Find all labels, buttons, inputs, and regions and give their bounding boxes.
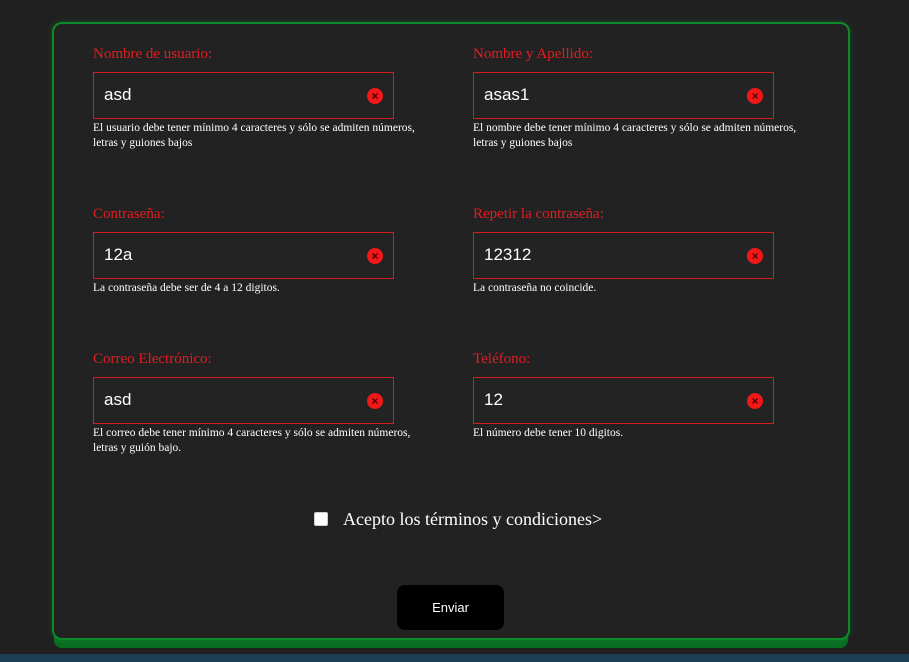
username-label: Nombre de usuario: [93,46,213,62]
clear-icon [367,393,383,409]
fullname-input[interactable]: asas1 [473,72,774,119]
email-input[interactable]: asd [93,377,394,424]
fullname-error-hint: El nombre debe tener mínimo 4 caracteres… [473,122,797,149]
clear-icon [367,248,383,264]
password-error-hint: La contraseña debe ser de 4 a 12 digitos… [93,282,280,294]
phone-input-value: 12 [484,390,503,409]
password-label: Contraseña: [93,206,165,222]
phone-error-hint: El número debe tener 10 digitos. [473,427,624,439]
username-input-value: asd [104,85,132,104]
terms-label[interactable]: Acepto los términos y condiciones> [343,509,602,530]
terms-row: Acepto los términos y condiciones> [314,508,602,530]
fullname-input-value: asas1 [484,85,530,104]
repeat-password-input[interactable]: 12312 [473,232,774,279]
username-input[interactable]: asd [93,72,394,119]
username-error-hint: El usuario debe tener mínimo 4 caractere… [93,122,415,149]
repeat-password-label: Repetir la contraseña: [473,206,604,222]
password-input-value: 12a [104,245,133,264]
email-error-hint: El correo debe tener mínimo 4 caracteres… [93,427,411,454]
phone-input[interactable]: 12 [473,377,774,424]
password-input[interactable]: 12a [93,232,394,279]
email-input-value: asd [104,390,132,409]
phone-label: Teléfono: [473,351,531,367]
terms-checkbox[interactable] [314,512,328,526]
clear-icon [747,393,763,409]
page-bottom-strip [0,654,909,662]
email-label: Correo Electrónico: [93,351,212,367]
submit-button[interactable]: Enviar [397,585,504,630]
clear-icon [747,248,763,264]
clear-icon [367,88,383,104]
repeat-password-input-value: 12312 [484,245,532,264]
repeat-password-error-hint: La contraseña no coincide. [473,282,597,294]
clear-icon [747,88,763,104]
fullname-label: Nombre y Apellido: [473,46,593,62]
